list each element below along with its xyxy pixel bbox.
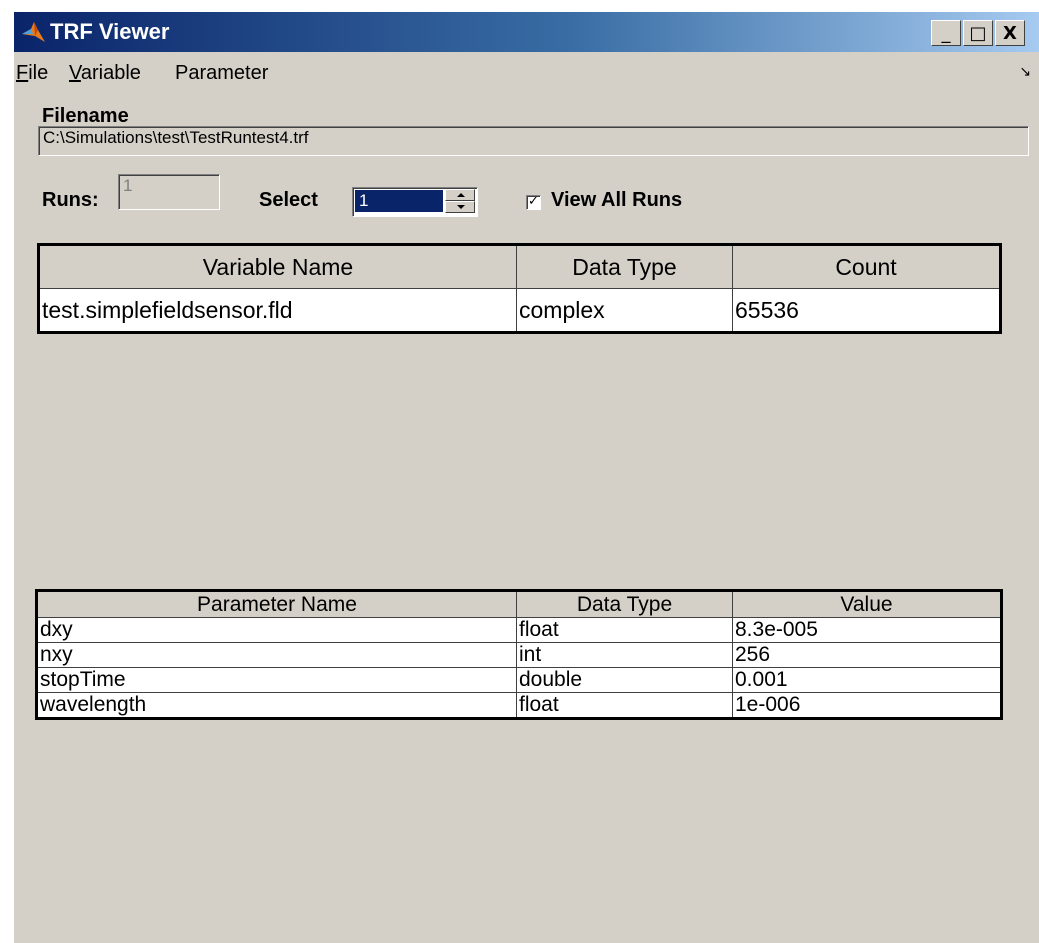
menu-file[interactable]: File bbox=[16, 61, 48, 85]
parameter-name-cell[interactable]: wavelength bbox=[36, 692, 517, 719]
column-header-variable-name[interactable]: Variable Name bbox=[38, 244, 517, 289]
column-header-count[interactable]: Count bbox=[732, 244, 1001, 289]
table-row[interactable]: wavelength float 1e-006 bbox=[36, 692, 1002, 719]
table-row[interactable]: stopTime double 0.001 bbox=[36, 667, 1002, 693]
select-run-value[interactable]: 1 bbox=[355, 190, 443, 212]
spinner-up-button[interactable] bbox=[445, 189, 475, 201]
menu-bar: File Variable Parameter ↘ bbox=[14, 59, 1039, 87]
menu-parameter-label: Parameter bbox=[175, 62, 269, 84]
column-header-parameter-name[interactable]: Parameter Name bbox=[36, 590, 517, 618]
parameter-name-cell[interactable]: stopTime bbox=[36, 667, 517, 693]
runs-label: Runs: bbox=[42, 189, 99, 211]
filename-label: Filename bbox=[42, 105, 129, 127]
menu-parameter[interactable]: Parameter bbox=[175, 61, 268, 85]
trf-viewer-window: TRF Viewer _ □ X File Variable Parameter… bbox=[14, 12, 1039, 943]
table-row[interactable]: dxy float 8.3e-005 bbox=[36, 617, 1002, 643]
data-type-cell[interactable]: int bbox=[516, 642, 733, 668]
data-type-cell[interactable]: float bbox=[516, 617, 733, 643]
column-header-value[interactable]: Value bbox=[732, 590, 1002, 618]
data-type-cell[interactable]: double bbox=[516, 667, 733, 693]
spinner-down-button[interactable] bbox=[445, 201, 475, 213]
table-row[interactable]: nxy int 256 bbox=[36, 642, 1002, 668]
column-header-data-type[interactable]: Data Type bbox=[516, 244, 733, 289]
filename-field[interactable]: C:\Simulations\test\TestRuntest4.trf bbox=[38, 126, 1029, 156]
view-all-runs-checkbox[interactable]: ✓ bbox=[526, 193, 541, 210]
value-cell[interactable]: 8.3e-005 bbox=[732, 617, 1002, 643]
maximize-button[interactable]: □ bbox=[963, 20, 993, 46]
select-label: Select bbox=[259, 189, 318, 211]
matlab-logo-icon bbox=[22, 22, 45, 42]
menu-variable[interactable]: Variable bbox=[69, 61, 141, 85]
value-cell[interactable]: 1e-006 bbox=[732, 692, 1002, 719]
menu-variable-label: ariable bbox=[80, 62, 141, 84]
data-type-cell[interactable]: float bbox=[516, 692, 733, 719]
parameters-table: Parameter Name Data Type Value dxy float… bbox=[35, 589, 1003, 720]
runs-field: 1 bbox=[118, 174, 220, 210]
minimize-button[interactable]: _ bbox=[931, 20, 961, 46]
value-cell[interactable]: 0.001 bbox=[732, 667, 1002, 693]
menu-variable-mnemonic: V bbox=[69, 62, 81, 84]
dock-arrow-icon[interactable]: ↘ bbox=[1019, 63, 1031, 80]
arrow-up-icon bbox=[457, 193, 465, 197]
select-run-spinner[interactable]: 1 bbox=[352, 187, 478, 217]
variable-name-cell[interactable]: test.simplefieldsensor.fld bbox=[38, 288, 517, 333]
parameter-name-cell[interactable]: nxy bbox=[36, 642, 517, 668]
parameter-name-cell[interactable]: dxy bbox=[36, 617, 517, 643]
menu-file-label: ile bbox=[28, 62, 49, 84]
parameters-header-row: Parameter Name Data Type Value bbox=[36, 590, 1002, 618]
variables-table: Variable Name Data Type Count test.simpl… bbox=[37, 243, 1002, 334]
data-type-cell[interactable]: complex bbox=[516, 288, 733, 333]
checkmark-icon: ✓ bbox=[528, 193, 539, 208]
table-row[interactable]: test.simplefieldsensor.fld complex 65536 bbox=[38, 288, 1001, 333]
arrow-down-icon bbox=[457, 205, 465, 209]
view-all-runs-label[interactable]: View All Runs bbox=[551, 189, 682, 212]
variables-header-row: Variable Name Data Type Count bbox=[38, 244, 1001, 289]
close-button[interactable]: X bbox=[995, 20, 1025, 46]
count-cell[interactable]: 65536 bbox=[732, 288, 1001, 333]
column-header-data-type[interactable]: Data Type bbox=[516, 590, 733, 618]
menu-file-mnemonic: F bbox=[16, 62, 29, 84]
window-title: TRF Viewer bbox=[50, 19, 170, 44]
value-cell[interactable]: 256 bbox=[732, 642, 1002, 668]
title-bar[interactable]: TRF Viewer _ □ X bbox=[14, 12, 1039, 52]
